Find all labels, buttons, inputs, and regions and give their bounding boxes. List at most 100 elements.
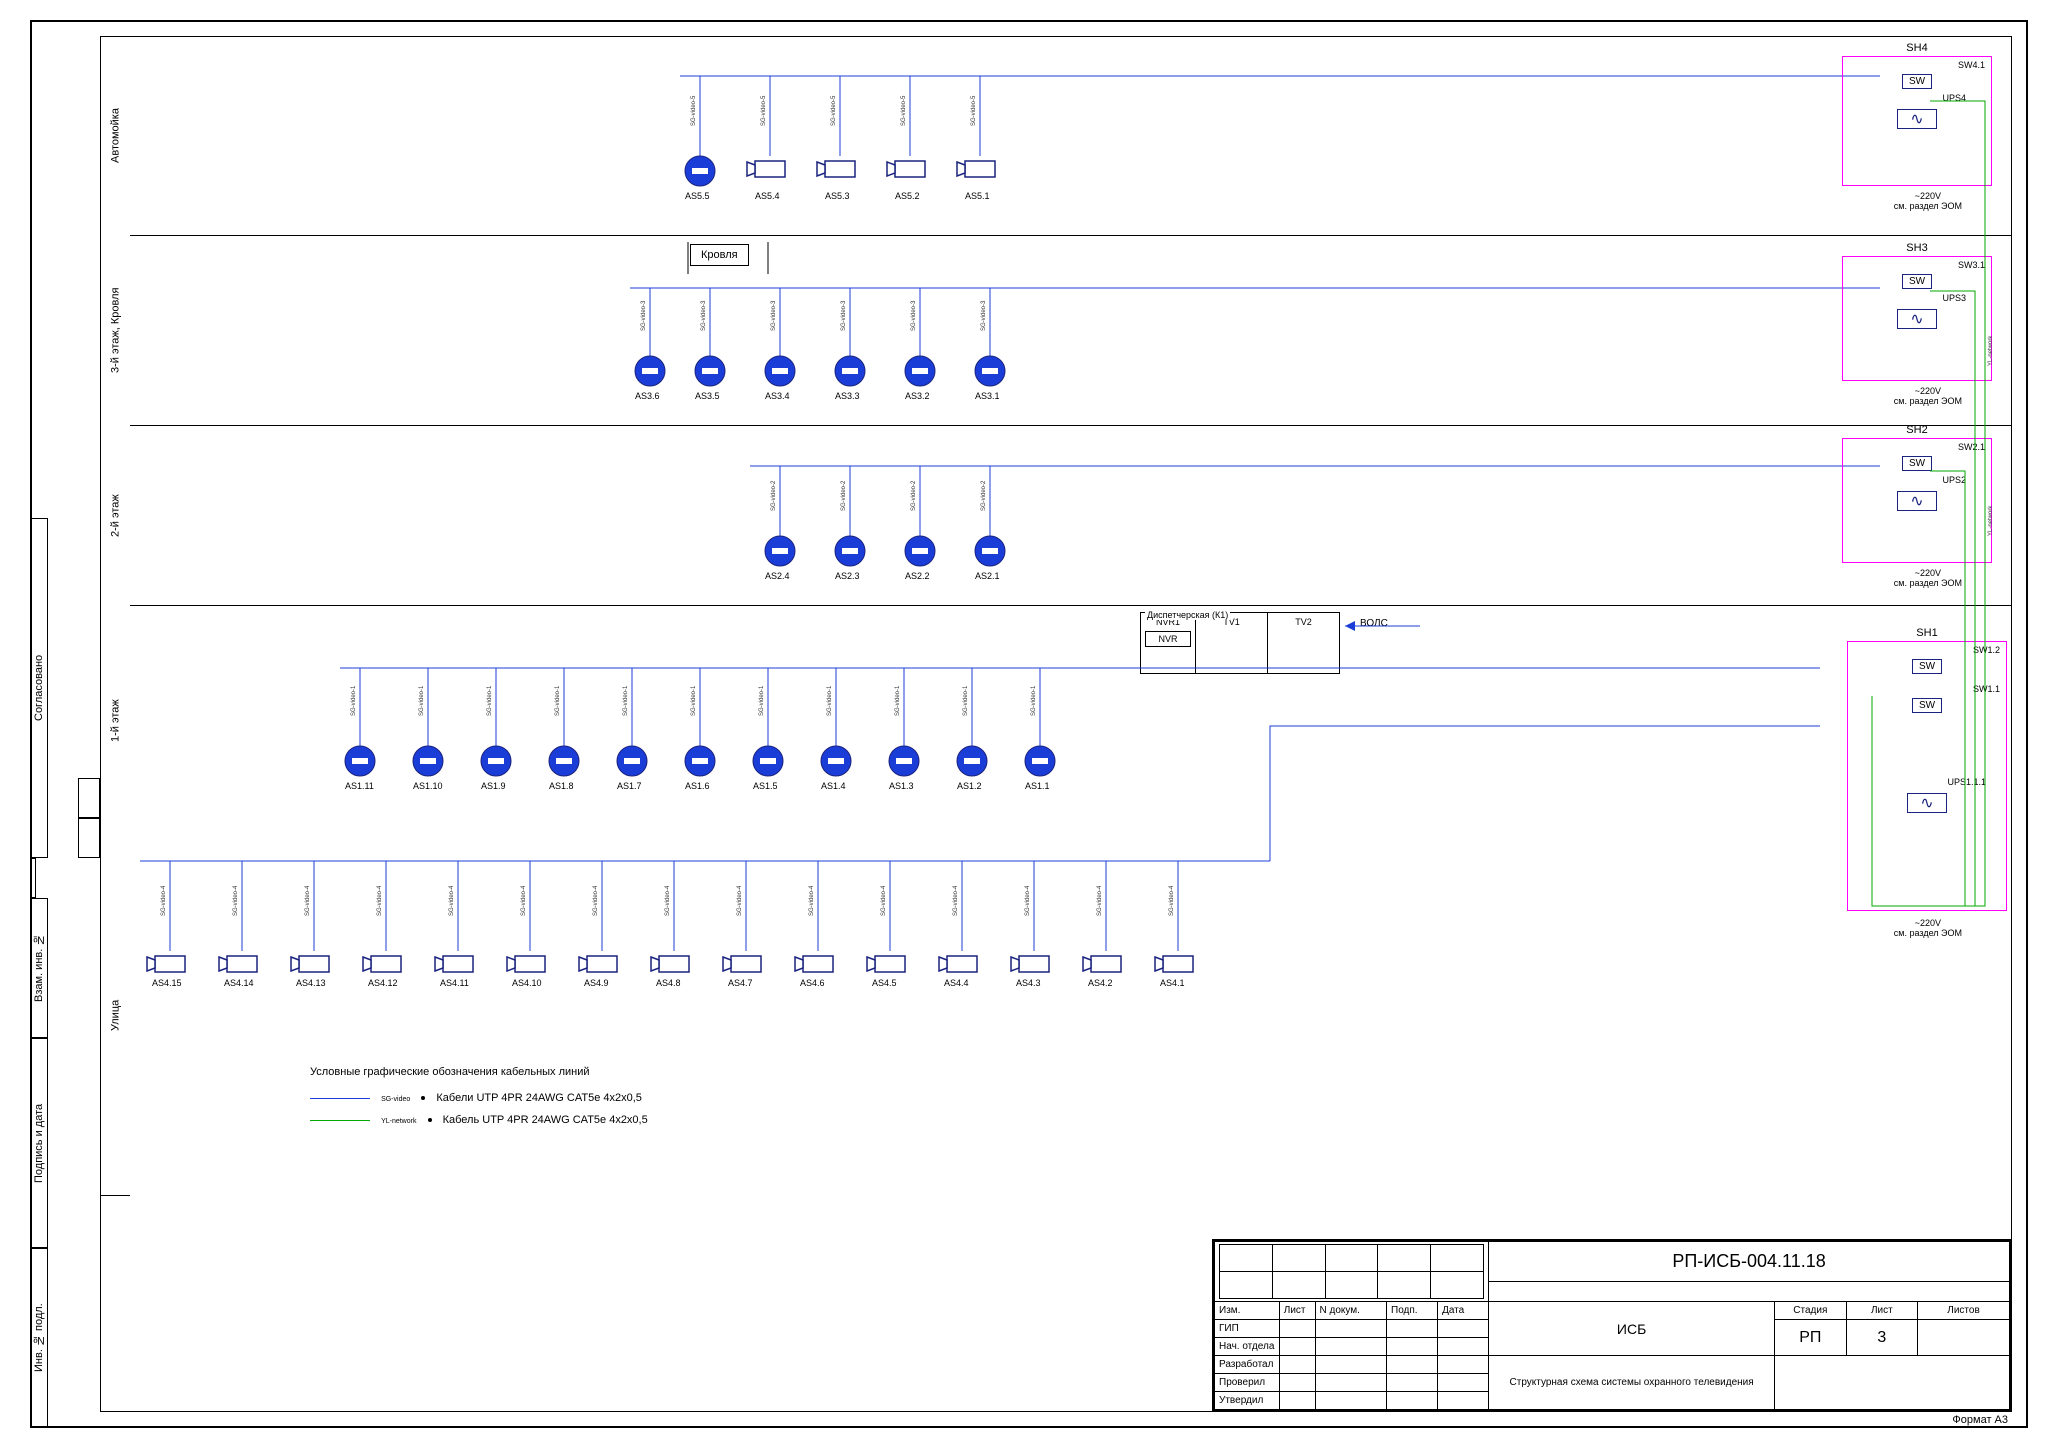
sh3-ups-icon: ∿ [1897,309,1937,329]
cam-as5-5: AS5.5 [685,191,710,201]
cam-as4-9: AS4.9 [584,978,609,988]
sh2-ups-icon: ∿ [1897,491,1937,511]
sh2-title: SH2 [1843,424,1991,436]
row-label-4: 1-й этаж [100,606,130,836]
sh2-power: ~220Vсм. раздел ЭОМ [1894,568,1962,588]
svg-text:SG-video-1: SG-video-1 [419,685,425,716]
title-block: РП-ИСБ-004.11.18 Изм. Лист N докум. Подп… [1212,1239,2012,1412]
cam-as1-1: AS1.1 [1025,781,1050,791]
svg-text:SG-video-3: SG-video-3 [841,300,847,331]
cam-as4-14: AS4.14 [224,978,254,988]
col-podp: Подп. [1387,1302,1438,1320]
svg-text:SG-video-3: SG-video-3 [771,300,777,331]
role-nach: Нач. отдела [1215,1338,1280,1356]
cam-as4-5: AS4.5 [872,978,897,988]
svg-text:SG-video-4: SG-video-4 [233,885,239,916]
svg-text:SG-video-2: SG-video-2 [911,480,917,511]
row-label-1: Автомойка [100,36,130,235]
sheets [1918,1320,2010,1356]
sh1-swid1: SW1.2 [1848,642,2006,655]
cam-as3-5: AS3.5 [695,391,720,401]
row-label-5: Улица [100,836,130,1196]
cam-as5-1: AS5.1 [965,191,990,201]
sh4-title: SH4 [1843,42,1991,54]
cam-as4-12: AS4.12 [368,978,398,988]
svg-text:SG-video-5: SG-video-5 [831,95,837,126]
svg-text:SG-video-5: SG-video-5 [761,95,767,126]
legend: Условные графические обозначения кабельн… [310,1066,810,1126]
svg-text:SG-video-5: SG-video-5 [691,95,697,126]
sh4-power: ~220Vсм. раздел ЭОМ [1894,191,1962,211]
svg-text:SG-video-4: SG-video-4 [593,885,599,916]
svg-text:SG-video-4: SG-video-4 [449,885,455,916]
subtitle: Структурная схема системы охранного теле… [1489,1356,1775,1410]
row-floor3: 3-й этаж, Кровля Кровля SG-video-3 SG-vi… [130,236,2012,426]
side-cell-vzam: Взам. инв. № [30,898,48,1038]
row-floor1: 1-й этаж Улица Диспетчерская (К1) NVR1 N… [130,606,2012,1196]
svg-text:SG-video-5: SG-video-5 [901,95,907,126]
sh4-swid: SW4.1 [1843,57,1991,70]
col-list: Лист [1279,1302,1315,1320]
sh3-swid: SW3.1 [1843,257,1991,270]
cam-as3-3: AS3.3 [835,391,860,401]
cam-as5-3: AS5.3 [825,191,850,201]
legend-l2-text: Кабель UTP 4PR 24AWG CAT5e 4x2x0,5 [443,1114,648,1126]
sh3-ups-label: UPS3 [1843,293,1991,303]
sh4-block: SH4 SW4.1 SW UPS4 ∿ [1842,56,1992,186]
cam-as4-6: AS4.6 [800,978,825,988]
sh1-swid2: SW1.1 [1848,678,2006,694]
sh2-ups-label: UPS2 [1843,475,1991,485]
stage-h: Стадия [1775,1302,1846,1320]
row-label-2: 3-й этаж, Кровля [100,236,130,425]
svg-text:SG-video-4: SG-video-4 [953,885,959,916]
sh2-sw: SW [1902,456,1932,471]
cam-as1-11: AS1.11 [345,781,374,791]
side-small-2 [78,778,100,818]
cam-as4-15: AS4.15 [152,978,182,988]
sh4-sw: SW [1902,74,1932,89]
svg-text:SG-video-3: SG-video-3 [701,300,707,331]
svg-text:SG-video-4: SG-video-4 [737,885,743,916]
sh1-sw2: SW [1912,698,1942,713]
legend-l1-label: SG-video [381,1096,410,1103]
sh3-title: SH3 [1843,242,1991,254]
cam-as4-4: AS4.4 [944,978,969,988]
svg-text:SG-video-4: SG-video-4 [377,885,383,916]
cam-as4-3: AS4.3 [1016,978,1041,988]
cam-as2-1: AS2.1 [975,571,1000,581]
sh3-power: ~220Vсм. раздел ЭОМ [1894,386,1962,406]
cam-as4-10: AS4.10 [512,978,542,988]
cam-as5-2: AS5.2 [895,191,920,201]
col-ndoc: N докум. [1315,1302,1386,1320]
svg-text:SG-video-1: SG-video-1 [963,685,969,716]
cam-as2-3: AS2.3 [835,571,860,581]
cam-as1-2: AS1.2 [957,781,982,791]
cam-as3-2: AS3.2 [905,391,930,401]
cam-as1-4: AS1.4 [821,781,846,791]
side-cell-inv: Инв. № подл. [30,1248,48,1428]
svg-text:SG-video-4: SG-video-4 [305,885,311,916]
svg-text:SG-video-4: SG-video-4 [1169,885,1175,916]
svg-text:SG-video-4: SG-video-4 [521,885,527,916]
svg-text:SG-video-3: SG-video-3 [981,300,987,331]
cam-as1-6: AS1.6 [685,781,710,791]
cam-as2-4: AS2.4 [765,571,790,581]
svg-text:SG-video-1: SG-video-1 [1031,685,1037,716]
col-data: Дата [1438,1302,1489,1320]
cam-as3-6: AS3.6 [635,391,660,401]
sh1-ups-icon: ∿ [1907,793,1947,813]
cam-as4-11: AS4.11 [440,978,469,988]
svg-text:SG-video-1: SG-video-1 [487,685,493,716]
cam-as3-1: AS3.1 [975,391,1000,401]
sh1-title: SH1 [1848,627,2006,639]
svg-text:SG-video-5: SG-video-5 [971,95,977,126]
sh3-sw: SW [1902,274,1932,289]
svg-text:SG-video-4: SG-video-4 [1025,885,1031,916]
drawing-sheet: Инв. № подл. Подпись и дата Взам. инв. №… [0,0,2048,1448]
legend-l2-label: YL-network [381,1118,416,1125]
svg-text:SG-video-4: SG-video-4 [1097,885,1103,916]
sh1-ups-label: UPS1.1.1 [1848,717,2006,787]
svg-text:SG-video-1: SG-video-1 [827,685,833,716]
svg-text:SG-video-4: SG-video-4 [161,885,167,916]
cam-as4-8: AS4.8 [656,978,681,988]
